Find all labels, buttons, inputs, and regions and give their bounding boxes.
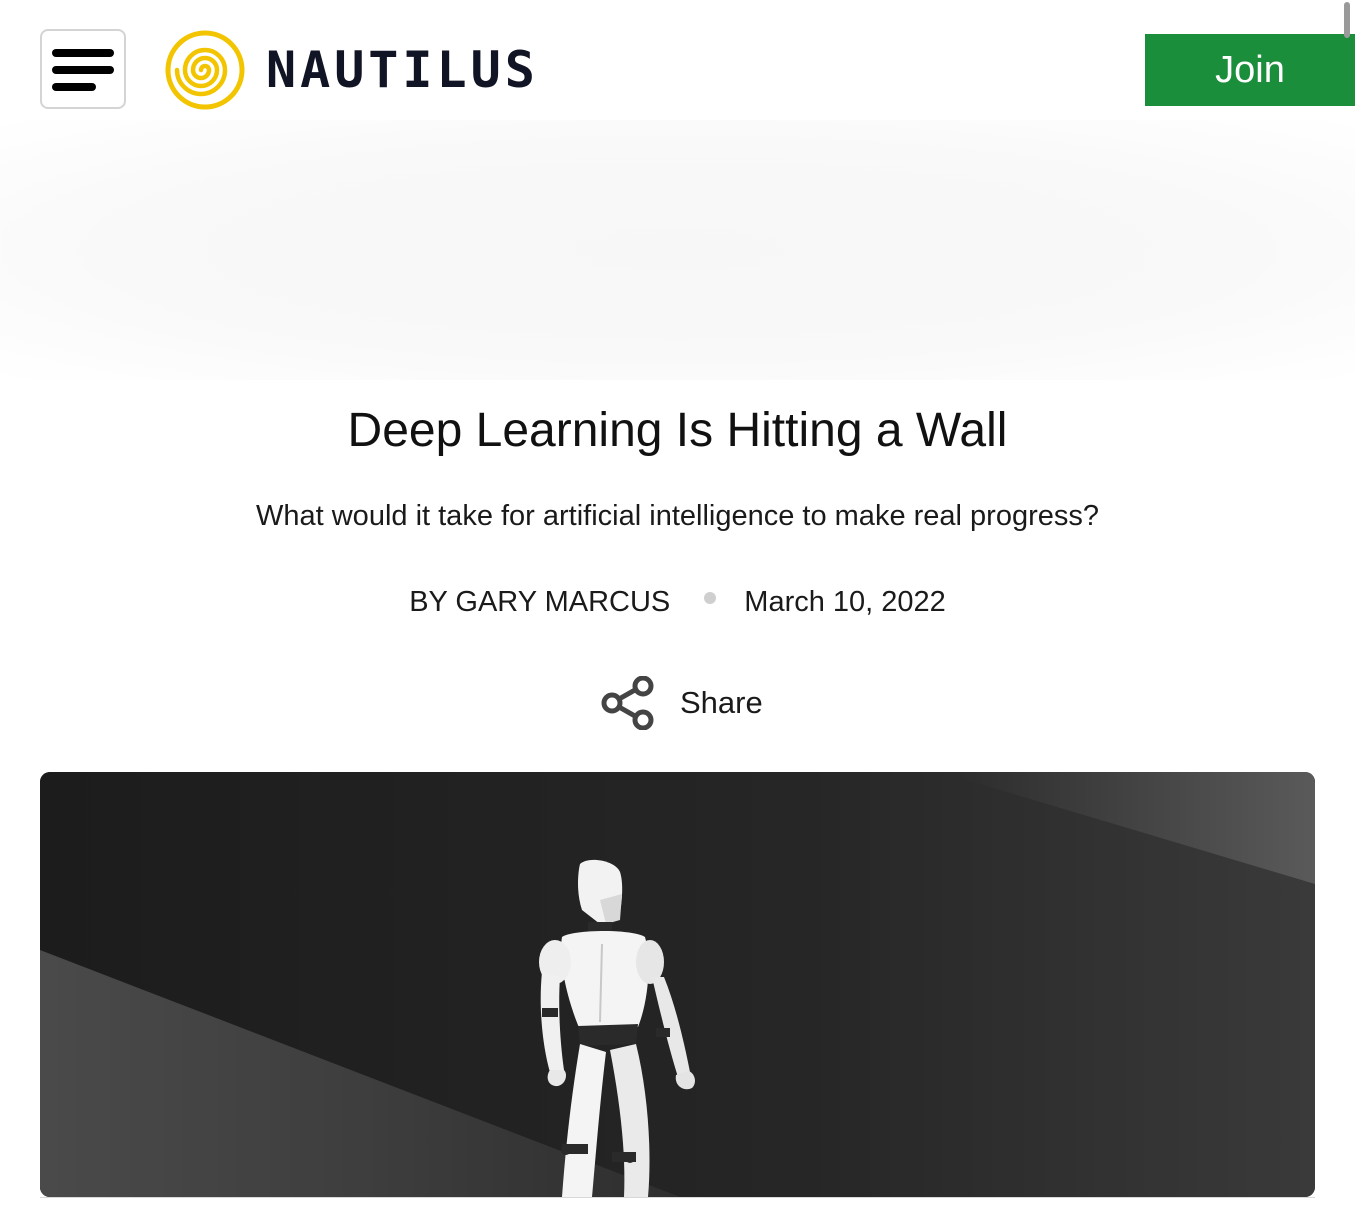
ad-placeholder: [0, 120, 1355, 380]
share-label: Share: [680, 685, 763, 720]
article-subtitle: What would it take for artificial intell…: [256, 500, 1099, 532]
meta-separator-dot: [704, 591, 717, 604]
article-title: Deep Learning Is Hitting a Wall: [347, 404, 1008, 457]
robot-facing-wall-illustration: [40, 772, 1315, 1197]
menu-button[interactable]: [40, 29, 126, 109]
publish-date: March 10, 2022: [744, 586, 946, 618]
hamburger-icon-bar-top: [52, 49, 114, 57]
share-icon: [601, 676, 654, 730]
share-button[interactable]: Share: [600, 676, 763, 730]
hamburger-icon-bar-middle: [52, 66, 114, 74]
byline[interactable]: BY GARY MARCUS: [409, 586, 670, 619]
logo-wordmark: NAUTILUS: [266, 41, 539, 99]
hamburger-icon-bar-bottom: [52, 83, 96, 91]
page: NAUTILUS Join Deep Learning Is Hitting a…: [0, 0, 1355, 1217]
article-meta: BY GARY MARCUS March 10, 2022: [0, 586, 1355, 619]
hero-image: [40, 772, 1315, 1197]
scrollbar-thumb[interactable]: [1344, 2, 1350, 38]
hero-divider: [40, 1197, 1315, 1198]
join-button[interactable]: Join: [1145, 34, 1355, 106]
spiral-logo-icon: [165, 30, 245, 110]
site-logo[interactable]: NAUTILUS: [164, 29, 539, 111]
